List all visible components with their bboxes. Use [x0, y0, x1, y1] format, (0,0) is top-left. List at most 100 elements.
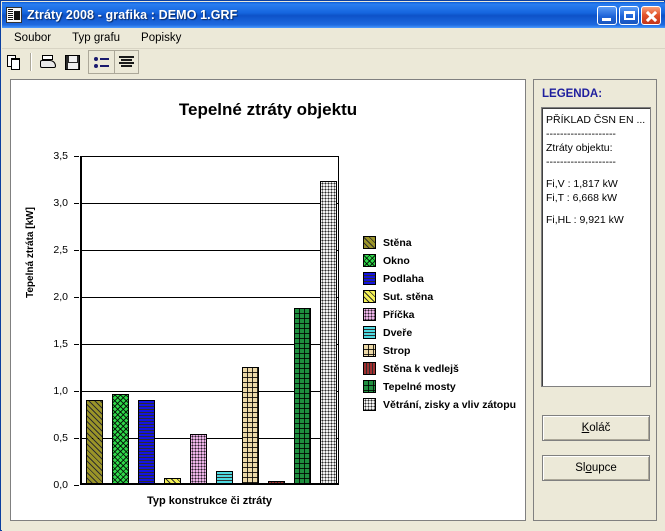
legend-label: Strop — [383, 344, 411, 357]
print-button[interactable] — [37, 51, 59, 73]
save-icon — [64, 54, 80, 70]
labels-toggle-button[interactable] — [114, 51, 137, 73]
legend-info-line: Fi,V : 1,817 kW — [546, 178, 618, 190]
bar-series — [81, 156, 338, 484]
copy-button[interactable] — [3, 51, 25, 73]
window-bottom-edge — [2, 526, 665, 530]
toolbar — [2, 49, 665, 75]
y-axis-tick — [74, 438, 79, 439]
legend-swatch — [363, 344, 376, 357]
legend-item: Dveře — [363, 325, 516, 340]
bar — [242, 367, 259, 484]
y-axis-tick — [74, 203, 79, 204]
y-axis-tick-label: 3,5 — [53, 150, 68, 162]
legend-info-line: -------------------- — [546, 156, 616, 168]
legend-label: Sut. stěna — [383, 290, 434, 303]
y-axis-tick-label: 1,0 — [53, 385, 68, 397]
y-axis-tick-label: 2,5 — [53, 244, 68, 256]
legend-item: Stěna — [363, 235, 516, 250]
title-bar: Ztráty 2008 - grafika : DEMO 1.GRF — [2, 2, 665, 28]
pie-chart-button[interactable]: Koláč — [542, 415, 650, 441]
client-area: Tepelné ztráty objektu 0,0 0,5 1,0 1,5 2,0 2,… — [2, 75, 665, 531]
legend-item: Okno — [363, 253, 516, 268]
y-axis-tick — [74, 297, 79, 298]
x-axis-title: Typ konstrukce či ztráty — [146, 495, 273, 507]
menu-bar: Soubor Typ grafu Popisky — [2, 28, 665, 49]
save-button[interactable] — [61, 51, 83, 73]
app-icon — [6, 7, 22, 23]
legend-info-line: PŘÍKLAD ČSN EN ... — [546, 114, 646, 126]
window-controls — [597, 5, 661, 25]
y-axis-tick-label: 0,0 — [53, 479, 68, 491]
legend-label: Dveře — [383, 326, 413, 339]
legend-info-box: PŘÍKLAD ČSN EN ... -------------------- Zt… — [541, 107, 651, 387]
y-axis-tick — [74, 391, 79, 392]
legend-swatch — [363, 308, 376, 321]
copy-icon — [6, 54, 22, 70]
legend-list-icon — [93, 56, 109, 69]
chart-panel: Tepelné ztráty objektu 0,0 0,5 1,0 1,5 2,0 2,… — [10, 79, 526, 521]
menu-item-popisky[interactable]: Popisky — [132, 30, 190, 46]
close-button[interactable] — [641, 5, 661, 25]
legend-label: Příčka — [383, 308, 415, 321]
legend-toggle-button[interactable] — [90, 51, 112, 73]
legend-info-line: Fi,HL : 9,921 kW — [546, 214, 624, 226]
y-axis-tick-label: 0,5 — [53, 432, 68, 444]
bar-chart-button[interactable]: Sloupce — [542, 455, 650, 481]
y-axis-tick-label: 2,0 — [53, 291, 68, 303]
y-axis-title: Tepelná ztráta [kW] — [25, 207, 36, 298]
bar-chart-button-label: Sloupce — [575, 462, 617, 474]
legend-swatch — [363, 236, 376, 249]
bar — [190, 434, 207, 484]
menu-item-soubor[interactable]: Soubor — [5, 30, 60, 46]
legend-info-line: Ztráty objektu: — [546, 142, 613, 154]
legend-label: Tepelné mosty — [383, 380, 456, 393]
legend-label: Větrání, zisky a vliv zátopu — [383, 398, 517, 411]
toolbar-group-labels — [88, 50, 139, 74]
application-window: Ztráty 2008 - grafika : DEMO 1.GRF Soubo… — [0, 0, 665, 531]
legend-swatch — [363, 362, 376, 375]
y-axis-tick-label: 1,5 — [53, 338, 68, 350]
chart-legend: Stěna Okno Podlaha Sut. stěna Příčka Dveře Str… — [363, 235, 516, 412]
legend-info-spacer — [546, 205, 646, 213]
side-panel: LEGENDA: PŘÍKLAD ČSN EN ... -------------… — [533, 79, 657, 521]
legend-swatch — [363, 398, 376, 411]
legend-label: Okno — [383, 254, 410, 267]
bar — [138, 400, 155, 484]
legend-label: Stěna — [383, 236, 412, 249]
bar — [86, 400, 103, 484]
legend-swatch — [363, 326, 376, 339]
legend-swatch — [363, 272, 376, 285]
bar — [164, 478, 181, 484]
align-text-icon — [118, 56, 134, 68]
legend-item: Podlaha — [363, 271, 516, 286]
legend-label: Podlaha — [383, 272, 424, 285]
bar — [268, 481, 285, 484]
bar — [216, 471, 233, 484]
bar — [294, 308, 311, 484]
menu-item-typ-grafu[interactable]: Typ grafu — [63, 30, 129, 46]
legend-panel-title: LEGENDA: — [542, 88, 603, 100]
pie-chart-button-label: Koláč — [581, 422, 611, 434]
maximize-button[interactable] — [619, 5, 639, 25]
legend-info-line: -------------------- — [546, 128, 616, 140]
legend-swatch — [363, 290, 376, 303]
window-title: Ztráty 2008 - grafika : DEMO 1.GRF — [27, 8, 238, 22]
y-axis-tick — [74, 156, 79, 157]
y-axis-tick — [74, 485, 79, 486]
chart-title: Tepelné ztráty objektu — [178, 100, 358, 119]
y-axis-tick — [74, 344, 79, 345]
legend-info-line: Fi,T : 6,668 kW — [546, 192, 617, 204]
legend-label: Stěna k vedlejš — [383, 362, 459, 375]
legend-swatch — [363, 380, 376, 393]
bar — [320, 181, 337, 484]
legend-item: Stěna k vedlejš — [363, 361, 516, 376]
legend-item: Větrání, zisky a vliv zátopu — [363, 397, 516, 412]
y-axis-tick-label: 3,0 — [53, 197, 68, 209]
minimize-button[interactable] — [597, 5, 617, 25]
legend-item: Sut. stěna — [363, 289, 516, 304]
legend-info-spacer — [546, 169, 646, 177]
toolbar-separator — [30, 53, 32, 71]
bar — [112, 394, 129, 484]
legend-swatch — [363, 254, 376, 267]
